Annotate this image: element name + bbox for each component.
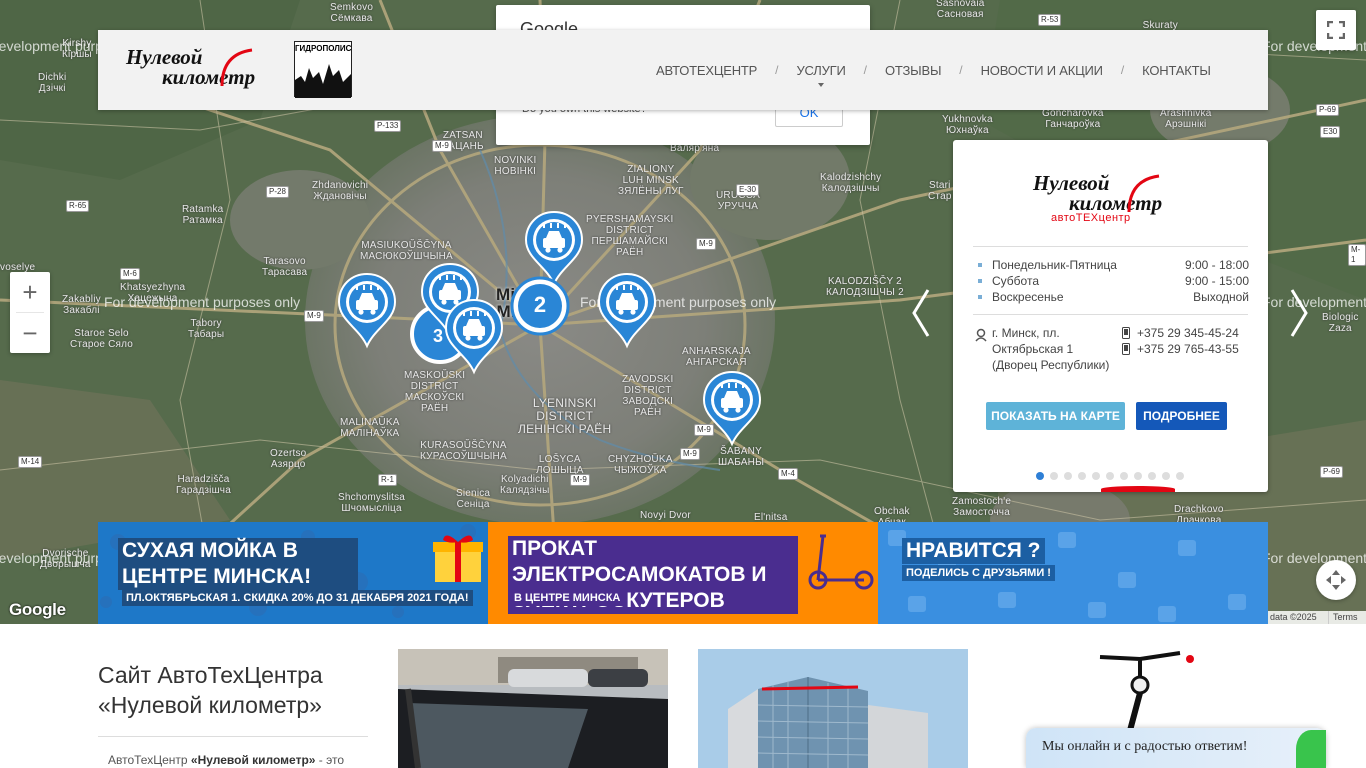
chevron-down-icon bbox=[818, 82, 825, 87]
banner-subtitle: ПОДЕЛИСЬ С ДРУЗЬЯМИ ! bbox=[902, 565, 1055, 581]
nav-item-avtotehcentr[interactable]: АВТОТЕХЦЕНТР bbox=[638, 63, 775, 78]
nav-item-uslugi[interactable]: УСЛУГИ bbox=[778, 62, 863, 87]
building-photo-illustration bbox=[698, 649, 968, 768]
show-on-map-button[interactable]: ПОКАЗАТЬ НА КАРТЕ bbox=[986, 402, 1125, 430]
slider-dot[interactable] bbox=[1134, 472, 1142, 480]
nav-item-label: УСЛУГИ bbox=[796, 62, 846, 78]
intro-suffix: - это bbox=[315, 753, 345, 767]
map-marker[interactable] bbox=[338, 273, 396, 347]
slider-dot[interactable] bbox=[1050, 472, 1058, 480]
phone-icon bbox=[1122, 343, 1130, 355]
scooter-icon bbox=[808, 534, 874, 590]
photo-building[interactable] bbox=[698, 649, 968, 768]
hours-row: Воскресенье Выходной bbox=[977, 289, 1249, 305]
phone-icon bbox=[1122, 327, 1130, 339]
phone-item[interactable]: +375 29 345-45-24 bbox=[1120, 325, 1248, 341]
intro-prefix: АвтоТехЦентр bbox=[108, 753, 191, 767]
cluster-count: 3 bbox=[432, 326, 443, 346]
slider-dot[interactable] bbox=[1162, 472, 1170, 480]
nav-item-kontakty[interactable]: КОНТАКТЫ bbox=[1124, 63, 1229, 78]
main-nav: АВТОТЕХЦЕНТР / УСЛУГИ / ОТЗЫВЫ / НОВОСТИ… bbox=[638, 30, 1229, 110]
map-terms-link[interactable]: Terms bbox=[1328, 611, 1366, 624]
intro-brand: «Нулевой километр» bbox=[190, 753, 316, 767]
fullscreen-button[interactable] bbox=[1316, 10, 1356, 50]
banner-title: НРАВИТСЯ ? bbox=[902, 538, 1045, 564]
banner-subtitle: В ЦЕНТРЕ МИНСКА bbox=[508, 590, 627, 606]
map-marker[interactable] bbox=[598, 273, 656, 347]
logo-swoosh-icon bbox=[220, 48, 253, 87]
slider-dot[interactable] bbox=[1078, 472, 1086, 480]
google-logo: Google bbox=[9, 600, 66, 619]
partner-logo-skyline-icon bbox=[295, 64, 351, 98]
partner-logo[interactable]: ГИДРОПОЛИС bbox=[294, 41, 352, 98]
site-logo[interactable]: Нулевой километр bbox=[126, 46, 286, 96]
zoom-in-button[interactable]: + bbox=[10, 272, 50, 312]
hours-row: Понедельник-Пятница 9:00 - 18:00 bbox=[977, 257, 1249, 273]
nav-item-novosti[interactable]: НОВОСТИ И АКЦИИ bbox=[963, 63, 1121, 78]
map-marker[interactable] bbox=[445, 299, 503, 373]
site-header: Нулевой километр ГИДРОПОЛИС АВТОТЕХЦЕНТР… bbox=[98, 30, 1268, 110]
location-card: Нулевой километр автоТЕХцентр Понедельни… bbox=[953, 140, 1268, 492]
slider-dot[interactable] bbox=[1148, 472, 1156, 480]
photo-car-window[interactable] bbox=[398, 649, 668, 768]
slider-next-arrow-icon[interactable] bbox=[1288, 288, 1310, 338]
phone-number: +375 29 765-43-55 bbox=[1137, 342, 1239, 356]
cluster-count: 2 bbox=[533, 292, 547, 317]
next-slide-peek bbox=[1101, 486, 1175, 492]
hours-day: Понедельник-Пятница bbox=[977, 257, 1117, 273]
banner-title: СУХАЯ МОЙКА В ЦЕНТРЕ МИНСКА! bbox=[118, 538, 358, 590]
banner-dry-wash[interactable]: СУХАЯ МОЙКА В ЦЕНТРЕ МИНСКА! ПЛ.ОКТЯБРЬС… bbox=[98, 522, 488, 624]
zoom-out-button[interactable]: − bbox=[10, 313, 50, 353]
card-logo: Нулевой километр автоТЕХцентр bbox=[1033, 170, 1193, 226]
map-marker[interactable] bbox=[525, 211, 583, 285]
card-divider bbox=[973, 246, 1248, 247]
hours-day: Воскресенье bbox=[977, 289, 1064, 305]
site-intro: АвтоТехЦентр «Нулевой километр» - это bbox=[108, 753, 370, 767]
card-logo-swoosh-icon bbox=[1127, 174, 1160, 213]
site-heading: Сайт АвтоТехЦентра «Нулевой километр» bbox=[98, 662, 323, 718]
hours-time: Выходной bbox=[1193, 290, 1249, 304]
slider-dot[interactable] bbox=[1176, 472, 1184, 480]
fullscreen-icon bbox=[1327, 21, 1345, 39]
location-pin-icon bbox=[975, 328, 987, 342]
chat-online-indicator bbox=[1296, 730, 1326, 768]
live-chat-widget[interactable]: Мы онлайн и с радостью ответим! bbox=[1026, 728, 1326, 768]
hours-day: Суббота bbox=[977, 273, 1039, 289]
hours-time: 9:00 - 15:00 bbox=[1184, 274, 1249, 288]
more-details-button[interactable]: ПОДРОБНЕЕ bbox=[1136, 402, 1227, 430]
slider-dot[interactable] bbox=[1036, 472, 1044, 480]
slider-dot[interactable] bbox=[1106, 472, 1114, 480]
logo-line1: Нулевой bbox=[126, 45, 203, 69]
gift-icon bbox=[433, 535, 483, 582]
partner-logo-text: ГИДРОПОЛИС bbox=[295, 44, 352, 53]
nav-item-otzyvy[interactable]: ОТЗЫВЫ bbox=[867, 63, 959, 78]
heading-divider bbox=[98, 736, 368, 737]
pan-arrows-icon bbox=[1326, 570, 1346, 590]
banner-share[interactable]: НРАВИТСЯ ? ПОДЕЛИСЬ С ДРУЗЬЯМИ ! bbox=[878, 522, 1268, 624]
map-marker[interactable] bbox=[703, 371, 761, 445]
slider-dots bbox=[1036, 472, 1184, 480]
card-phones: +375 29 345-45-24 +375 29 765-43-55 bbox=[1120, 325, 1248, 357]
map-attribution: data ©2025 bbox=[1266, 611, 1328, 624]
zoom-control: + − bbox=[10, 272, 50, 353]
banner-subtitle: ПЛ.ОКТЯБРЬСКАЯ 1. СКИДКА 20% ДО 31 ДЕКАБ… bbox=[122, 590, 473, 606]
card-logo-line1: Нулевой bbox=[1033, 171, 1110, 195]
hours-time: 9:00 - 18:00 bbox=[1184, 258, 1249, 272]
slider-dot[interactable] bbox=[1120, 472, 1128, 480]
hours-row: Суббота 9:00 - 15:00 bbox=[977, 273, 1249, 289]
phone-number: +375 29 345-45-24 bbox=[1137, 326, 1239, 340]
card-logo-sub: автоТЕХцентр bbox=[1051, 212, 1131, 224]
banner-scooter-rental[interactable]: ПРОКАТ ЭЛЕКТРОСАМОКАТОВ И ЭЛЕКТРОСКУТЕРО… bbox=[488, 522, 878, 624]
car-photo-illustration bbox=[398, 649, 668, 768]
slider-dot[interactable] bbox=[1092, 472, 1100, 480]
card-address: г. Минск, пл. Октябрьская 1 (Дворец Респ… bbox=[992, 326, 1110, 372]
working-hours: Понедельник-Пятница 9:00 - 18:00 Суббота 9… bbox=[977, 257, 1249, 305]
slider-dot[interactable] bbox=[1064, 472, 1072, 480]
card-divider bbox=[973, 314, 1248, 315]
slider-prev-arrow-icon[interactable] bbox=[910, 288, 932, 338]
camera-control-button[interactable] bbox=[1316, 560, 1356, 600]
phone-item[interactable]: +375 29 765-43-55 bbox=[1120, 341, 1248, 357]
